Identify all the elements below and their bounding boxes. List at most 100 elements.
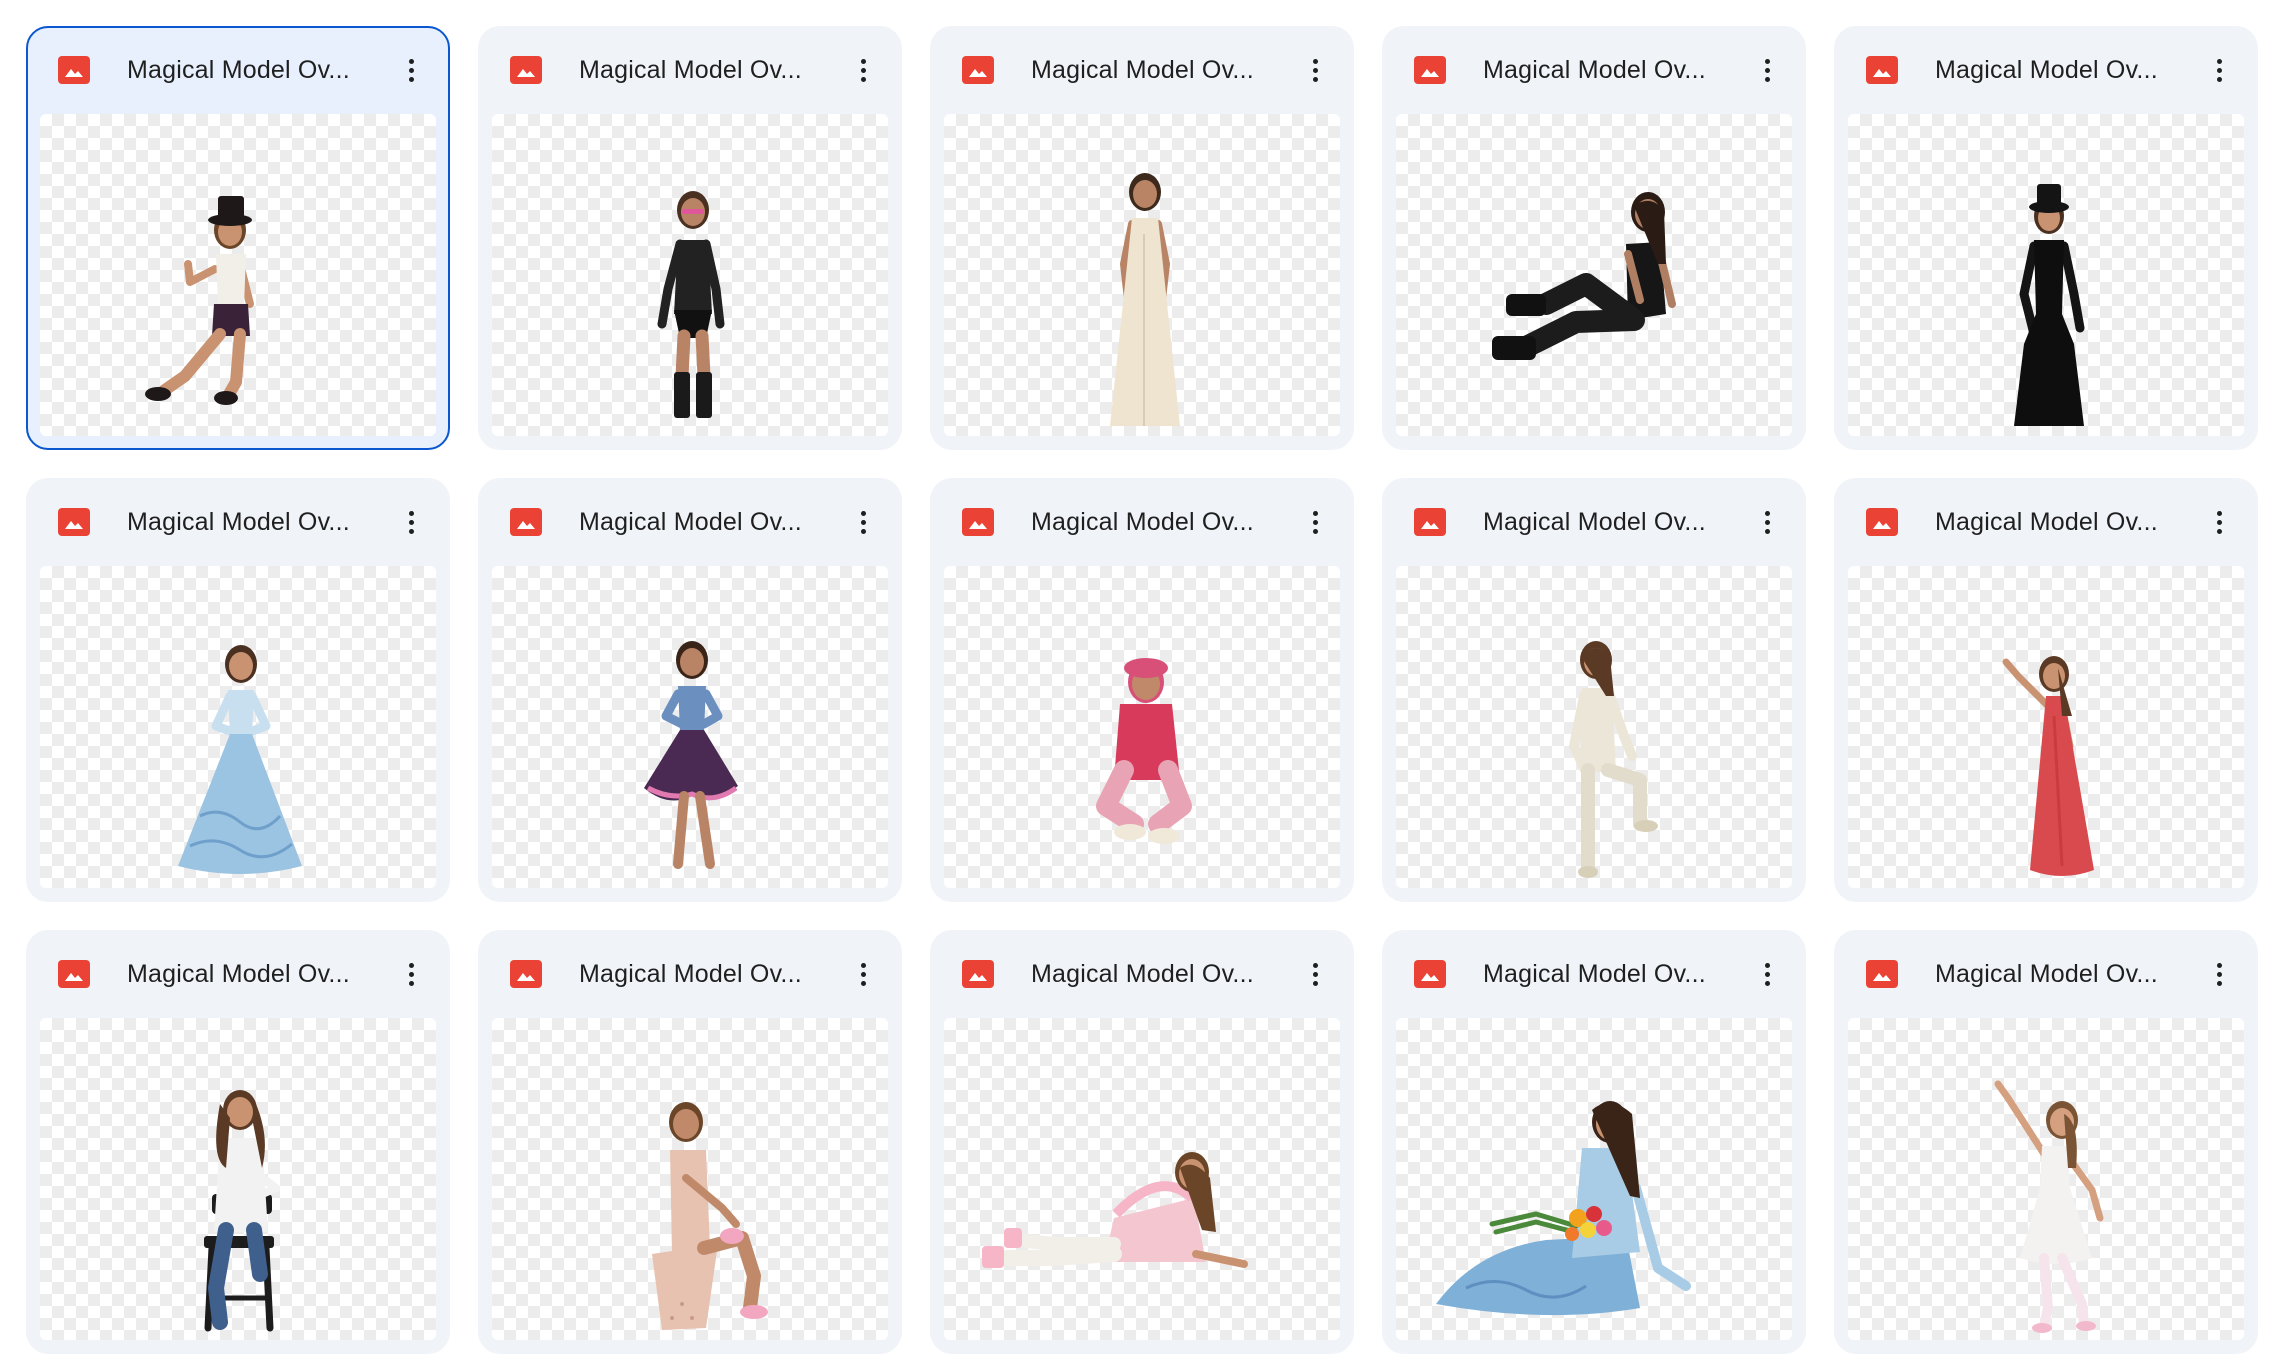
- file-card-header: Magical Model Ov...: [28, 28, 448, 114]
- image-thumbnail[interactable]: [1396, 1018, 1792, 1340]
- file-card-10[interactable]: Magical Model Ov...: [1834, 478, 2258, 902]
- more-options-button[interactable]: [392, 50, 432, 90]
- model-figure: [982, 1152, 1248, 1268]
- more-dot-icon: [409, 963, 414, 968]
- more-dot-icon: [409, 59, 414, 64]
- more-options-button[interactable]: [1748, 954, 1788, 994]
- more-dot-icon: [409, 529, 414, 534]
- file-card-5[interactable]: Magical Model Ov...: [1834, 26, 2258, 450]
- file-card-header: Magical Model Ov...: [478, 478, 902, 564]
- image-thumbnail[interactable]: [1396, 114, 1792, 436]
- model-figure: [178, 645, 302, 874]
- file-card-12[interactable]: Magical Model Ov...: [478, 930, 902, 1354]
- more-dot-icon: [861, 972, 866, 977]
- image-file-icon: [1414, 56, 1446, 84]
- file-card-header: Magical Model Ov...: [1834, 26, 2258, 112]
- more-options-button[interactable]: [844, 502, 884, 542]
- file-card-header: Magical Model Ov...: [1382, 930, 1806, 1016]
- file-card-6[interactable]: Magical Model Ov...: [26, 478, 450, 902]
- more-dot-icon: [1313, 529, 1318, 534]
- more-dot-icon: [1765, 511, 1770, 516]
- image-file-icon: [962, 960, 994, 988]
- more-dot-icon: [1313, 972, 1318, 977]
- model-figure: [1096, 658, 1192, 844]
- more-dot-icon: [409, 972, 414, 977]
- model-figure: [1569, 641, 1658, 878]
- file-card-2[interactable]: Magical Model Ov...: [478, 26, 902, 450]
- image-file-icon: [962, 508, 994, 536]
- more-options-button[interactable]: [2200, 502, 2240, 542]
- model-figure: [1436, 1101, 1691, 1316]
- model-figure: [657, 191, 725, 418]
- image-thumbnail[interactable]: [40, 1018, 436, 1340]
- more-options-button[interactable]: [844, 954, 884, 994]
- file-name: Magical Model Ov...: [579, 56, 802, 84]
- more-options-button[interactable]: [1748, 502, 1788, 542]
- more-dot-icon: [1313, 963, 1318, 968]
- file-card-1[interactable]: Magical Model Ov...: [26, 26, 450, 450]
- more-dot-icon: [1313, 981, 1318, 986]
- more-dot-icon: [1765, 68, 1770, 73]
- file-card-8[interactable]: Magical Model Ov...: [930, 478, 1354, 902]
- more-options-button[interactable]: [844, 50, 884, 90]
- file-card-13[interactable]: Magical Model Ov...: [930, 930, 1354, 1354]
- file-name: Magical Model Ov...: [1031, 56, 1254, 84]
- more-options-button[interactable]: [392, 954, 432, 994]
- image-thumbnail[interactable]: [1848, 1018, 2244, 1340]
- more-dot-icon: [861, 520, 866, 525]
- more-dot-icon: [2217, 972, 2222, 977]
- file-card-header: Magical Model Ov...: [930, 930, 1354, 1016]
- more-options-button[interactable]: [2200, 50, 2240, 90]
- image-file-icon: [1414, 508, 1446, 536]
- more-options-button[interactable]: [2200, 954, 2240, 994]
- image-thumbnail[interactable]: [1848, 566, 2244, 888]
- file-card-header: Magical Model Ov...: [1834, 930, 2258, 1016]
- image-thumbnail[interactable]: [492, 114, 888, 436]
- model-figure: [145, 196, 254, 405]
- file-name: Magical Model Ov...: [127, 508, 350, 536]
- more-dot-icon: [861, 77, 866, 82]
- model-figure: [644, 641, 738, 869]
- file-card-9[interactable]: Magical Model Ov...: [1382, 478, 1806, 902]
- image-file-icon: [1866, 56, 1898, 84]
- file-card-3[interactable]: Magical Model Ov...: [930, 26, 1354, 450]
- file-card-header: Magical Model Ov...: [1382, 26, 1806, 112]
- image-thumbnail[interactable]: [944, 566, 1340, 888]
- image-thumbnail[interactable]: [40, 114, 436, 436]
- image-thumbnail[interactable]: [944, 114, 1340, 436]
- more-dot-icon: [409, 68, 414, 73]
- file-card-15[interactable]: Magical Model Ov...: [1834, 930, 2258, 1354]
- more-options-button[interactable]: [1296, 502, 1336, 542]
- image-file-icon: [58, 960, 90, 988]
- file-name: Magical Model Ov...: [1031, 960, 1254, 988]
- file-card-header: Magical Model Ov...: [1834, 478, 2258, 564]
- file-name: Magical Model Ov...: [579, 508, 802, 536]
- more-dot-icon: [1313, 59, 1318, 64]
- more-options-button[interactable]: [392, 502, 432, 542]
- more-options-button[interactable]: [1748, 50, 1788, 90]
- file-card-14[interactable]: Magical Model Ov...: [1382, 930, 1806, 1354]
- more-dot-icon: [2217, 981, 2222, 986]
- file-name: Magical Model Ov...: [127, 56, 350, 84]
- image-thumbnail[interactable]: [944, 1018, 1340, 1340]
- more-dot-icon: [1313, 520, 1318, 525]
- image-thumbnail[interactable]: [492, 566, 888, 888]
- model-figure: [2014, 184, 2085, 426]
- more-options-button[interactable]: [1296, 954, 1336, 994]
- more-dot-icon: [2217, 529, 2222, 534]
- file-card-4[interactable]: Magical Model Ov...: [1382, 26, 1806, 450]
- file-card-header: Magical Model Ov...: [26, 930, 450, 1016]
- more-dot-icon: [409, 77, 414, 82]
- image-thumbnail[interactable]: [492, 1018, 888, 1340]
- model-figure: [2002, 656, 2094, 876]
- file-name: Magical Model Ov...: [1935, 960, 2158, 988]
- file-card-7[interactable]: Magical Model Ov...: [478, 478, 902, 902]
- image-thumbnail[interactable]: [1396, 566, 1792, 888]
- image-thumbnail[interactable]: [40, 566, 436, 888]
- more-dot-icon: [409, 981, 414, 986]
- image-thumbnail[interactable]: [1848, 114, 2244, 436]
- model-figure: [204, 1090, 280, 1332]
- more-options-button[interactable]: [1296, 50, 1336, 90]
- file-card-11[interactable]: Magical Model Ov...: [26, 930, 450, 1354]
- file-name: Magical Model Ov...: [127, 960, 350, 988]
